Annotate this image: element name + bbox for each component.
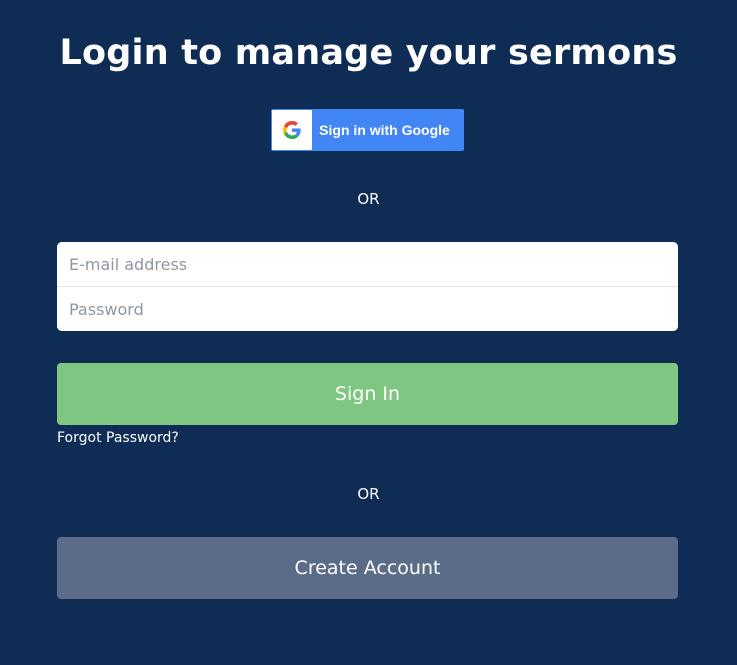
create-account-button[interactable]: Create Account (57, 537, 678, 599)
google-icon-container (272, 110, 312, 150)
google-g-icon (283, 121, 301, 139)
forgot-password-link[interactable]: Forgot Password? (57, 429, 179, 447)
google-sign-in-label: Sign in with Google (319, 122, 450, 138)
or-divider-text: OR (357, 190, 380, 208)
google-sign-in-button[interactable]: Sign in with Google (271, 109, 464, 151)
page-title: Login to manage your sermons (59, 33, 678, 73)
sign-in-button[interactable]: Sign In (57, 363, 678, 425)
password-field[interactable] (57, 287, 678, 331)
or-divider-text: OR (357, 485, 380, 503)
login-fields (57, 242, 678, 331)
email-field[interactable] (57, 242, 678, 286)
